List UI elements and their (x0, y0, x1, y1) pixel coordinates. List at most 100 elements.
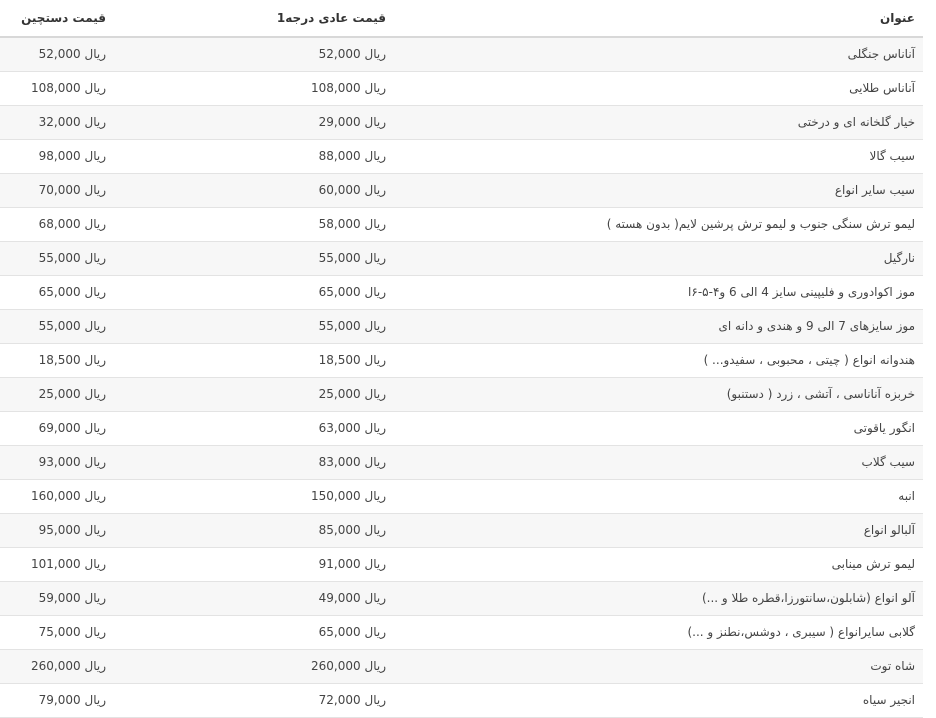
currency-label: ریال (84, 353, 106, 367)
product-title-cell: سیب سایر انواع (834, 183, 915, 197)
price-value: 65,000 (318, 285, 361, 299)
table-row: ریال 108,000 ریال 108,000 آناناس طلایی (0, 71, 923, 105)
table-row: ریال 18,500 ریال 18,500 هندوانه انواع ( چی… (0, 343, 923, 377)
price-value: 29,000 (318, 115, 361, 129)
product-title-cell: سیب گلاب (861, 455, 915, 469)
currency-label: ریال (84, 625, 106, 639)
currency-label: ریال (84, 217, 106, 231)
price-value: 93,000 (38, 455, 81, 469)
price-value: 32,000 (38, 115, 81, 129)
distributor-price-cell: ریال 95,000 (0, 513, 144, 547)
currency-label: ریال (84, 285, 106, 299)
currency-label: ریال (364, 693, 386, 707)
price-value: 63,000 (318, 421, 361, 435)
currency-label: ریال (364, 285, 386, 299)
currency-label: ریال (364, 625, 386, 639)
price-value: 25,000 (318, 387, 361, 401)
price-value: 91,000 (318, 557, 361, 571)
table-row: ریال 68,000 ریال 58,000 لیمو ترش سنگی جنوب… (0, 207, 923, 241)
table-row: ریال 65,000 ریال 65,000 موز اکوادوری و فلی… (0, 275, 923, 309)
table-row: ریال 25,000 ریال 25,000 خربزه آناناسی ، آت… (0, 377, 923, 411)
price-value: 108,000 (311, 81, 361, 95)
distributor-price-cell: ریال 101,000 (0, 547, 144, 581)
product-title-cell: لیمو ترش مینابی (831, 557, 915, 571)
distributor-price-cell: ریال 65,000 (0, 275, 144, 309)
price-value: 160,000 (31, 489, 81, 503)
product-title-cell: انبه (898, 489, 915, 503)
header-title[interactable]: عنوان (404, 0, 923, 38)
currency-label: ریال (84, 455, 106, 469)
currency-label: ریال (364, 591, 386, 605)
price-value: 18,500 (318, 353, 361, 367)
product-title-cell: آناناس طلایی (849, 81, 915, 95)
distributor-price-cell: ریال 55,000 (0, 309, 144, 343)
currency-label: ریال (84, 115, 106, 129)
distributor-price-cell: ریال 55,000 (0, 241, 144, 275)
price-value: 95,000 (38, 523, 81, 537)
price-table: قیمت دستچین قیمت عادی درجه1 عنوان ریال 5… (0, 0, 923, 718)
price-value: 72,000 (318, 693, 361, 707)
currency-label: ریال (364, 421, 386, 435)
normal-price-cell: ریال 83,000 (144, 445, 404, 479)
currency-label: ریال (84, 523, 106, 537)
price-value: 65,000 (38, 285, 81, 299)
normal-price-cell: ریال 58,000 (144, 207, 404, 241)
normal-price-cell: ریال 91,000 (144, 547, 404, 581)
price-value: 60,000 (318, 183, 361, 197)
normal-price-cell: ریال 25,000 (144, 377, 404, 411)
product-title-cell: سیب گالا (869, 149, 916, 163)
distributor-price-cell: ریال 69,000 (0, 411, 144, 445)
distributor-price-cell: ریال 98,000 (0, 139, 144, 173)
price-value: 85,000 (318, 523, 361, 537)
product-title-cell: موز سایزهای 7 الی 9 و هندی و دانه ای (718, 319, 916, 333)
price-value: 58,000 (318, 217, 361, 231)
normal-price-cell: ریال 63,000 (144, 411, 404, 445)
normal-price-cell: ریال 88,000 (144, 139, 404, 173)
price-value: 88,000 (318, 149, 361, 163)
table-row: ریال 32,000 ریال 29,000 خیار گلخانه ای و د… (0, 105, 923, 139)
currency-label: ریال (364, 183, 386, 197)
price-value: 98,000 (38, 149, 81, 163)
normal-price-cell: ریال 29,000 (144, 105, 404, 139)
header-distributor-price[interactable]: قیمت دستچین (0, 0, 144, 38)
product-title-cell: آلو انواع (شابلون،سانتورزا،قطره طلا و ..… (701, 591, 915, 605)
currency-label: ریال (364, 149, 386, 163)
product-title-cell: آناناس جنگلی (847, 47, 915, 62)
table-row: ریال 93,000 ریال 83,000 سیب گلاب (0, 445, 923, 479)
price-value: 69,000 (38, 421, 81, 435)
product-title-cell: خربزه آناناسی ، آتشی ، زرد ( دستنبو) (726, 387, 915, 401)
currency-label: ریال (84, 149, 106, 163)
normal-price-cell: ریال 18,500 (144, 343, 404, 377)
price-value: 83,000 (318, 455, 361, 469)
currency-label: ریال (364, 353, 386, 367)
normal-price-cell: ریال 150,000 (144, 479, 404, 513)
normal-price-cell: ریال 49,000 (144, 581, 404, 615)
price-value: 52,000 (318, 47, 361, 62)
table-row: ریال 260,000 ریال 260,000 شاه توت (0, 649, 923, 683)
price-value: 75,000 (38, 625, 81, 639)
currency-label: ریال (364, 557, 386, 571)
table-row: ریال 55,000 ریال 55,000 نارگیل (0, 241, 923, 275)
product-title-cell: گلابی سایرانواع ( سیبری ، دوشس،نطنز و ..… (687, 625, 915, 639)
normal-price-cell: ریال 55,000 (144, 241, 404, 275)
distributor-price-cell: ریال 68,000 (0, 207, 144, 241)
currency-label: ریال (364, 251, 386, 265)
distributor-price-cell: ریال 93,000 (0, 445, 144, 479)
currency-label: ریال (364, 455, 386, 469)
header-normal-price[interactable]: قیمت عادی درجه1 (144, 0, 404, 38)
product-title-cell: انگور یاقوتی (853, 421, 915, 435)
currency-label: ریال (84, 251, 106, 265)
product-title-cell: شاه توت (870, 659, 915, 673)
currency-label: ریال (84, 489, 106, 503)
price-value: 49,000 (318, 591, 361, 605)
currency-label: ریال (364, 489, 386, 503)
normal-price-cell: ریال 65,000 (144, 275, 404, 309)
price-value: 25,000 (38, 387, 81, 401)
currency-label: ریال (84, 387, 106, 401)
table-body: ریال 52,000 ریال 52,000 آناناس جنگلی ریال 1… (0, 37, 923, 717)
product-title-cell: نارگیل (883, 251, 915, 265)
normal-price-cell: ریال 108,000 (144, 71, 404, 105)
currency-label: ریال (364, 523, 386, 537)
price-value: 79,000 (38, 693, 81, 707)
currency-label: ریال (364, 659, 386, 673)
